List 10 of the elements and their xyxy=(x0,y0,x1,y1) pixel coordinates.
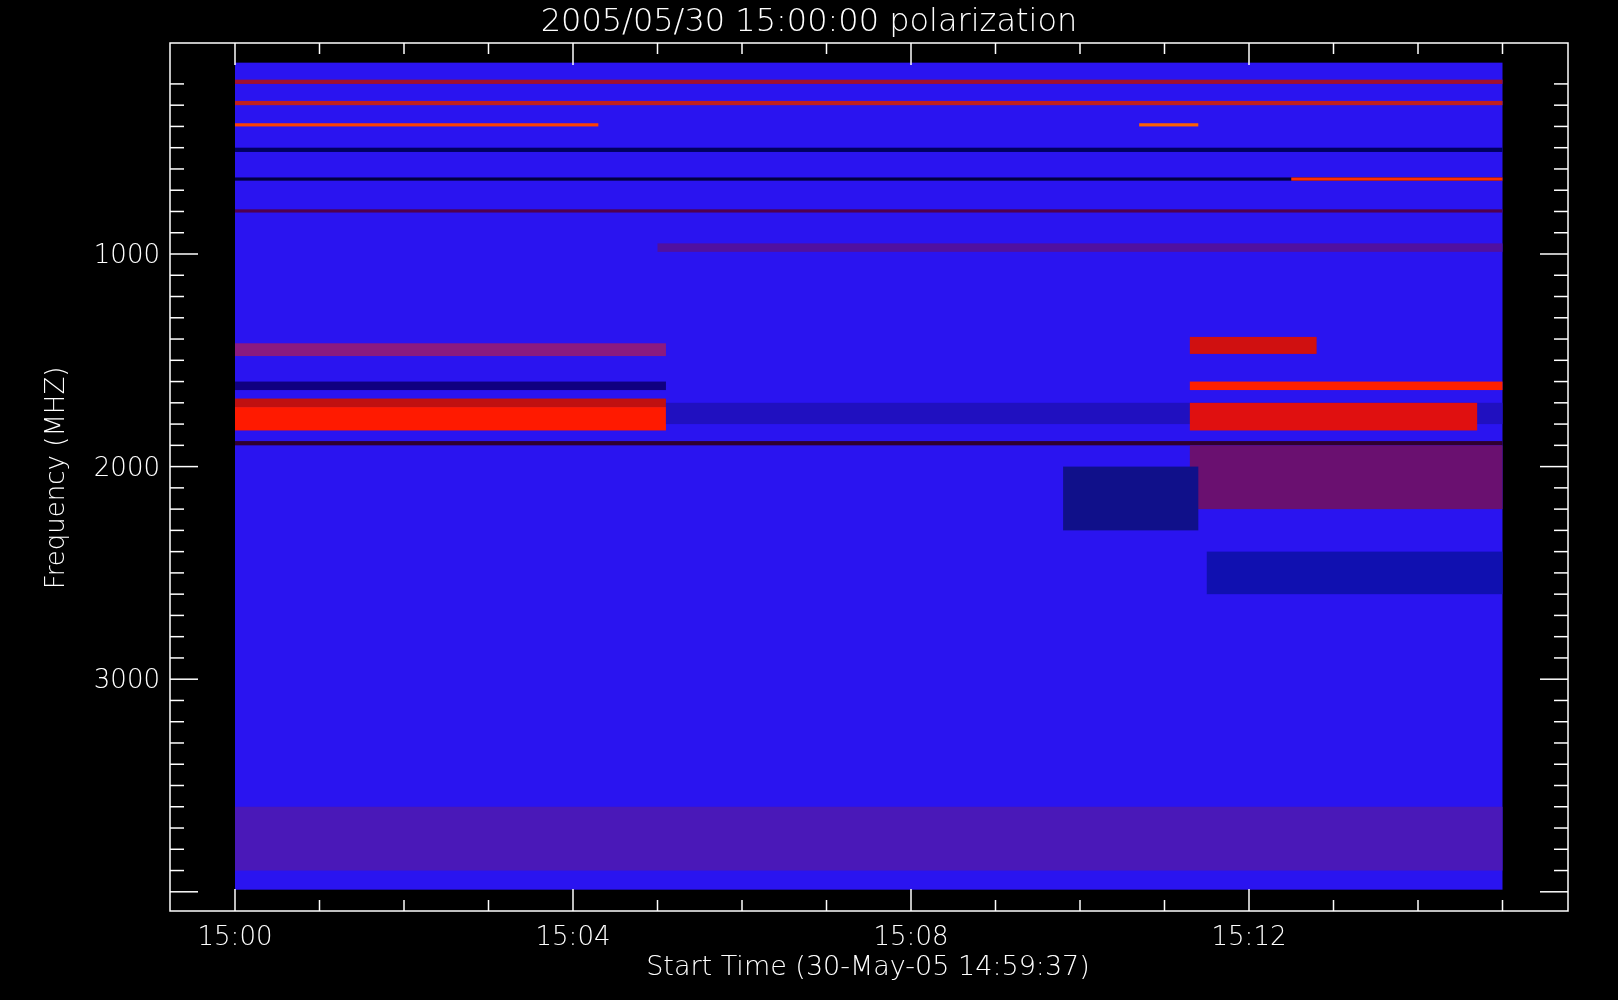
plot-title: 2005/05/30 15:00:00 polarization xyxy=(540,1,1078,39)
x-tick-label: 15:04 xyxy=(535,921,611,951)
y-tick-label: 3000 xyxy=(93,664,160,695)
x-tick-label: 15:08 xyxy=(873,921,949,951)
y-tick-label: 1000 xyxy=(93,239,160,269)
y-axis-label: Frequency (MHZ) xyxy=(40,366,70,590)
x-tick-label: 15:12 xyxy=(1211,921,1287,951)
x-tick-label: 15:00 xyxy=(197,921,273,951)
y-tick-label: 2000 xyxy=(93,451,160,482)
x-axis-label: Start Time (30-May-05 14:59:37) xyxy=(646,950,1090,981)
